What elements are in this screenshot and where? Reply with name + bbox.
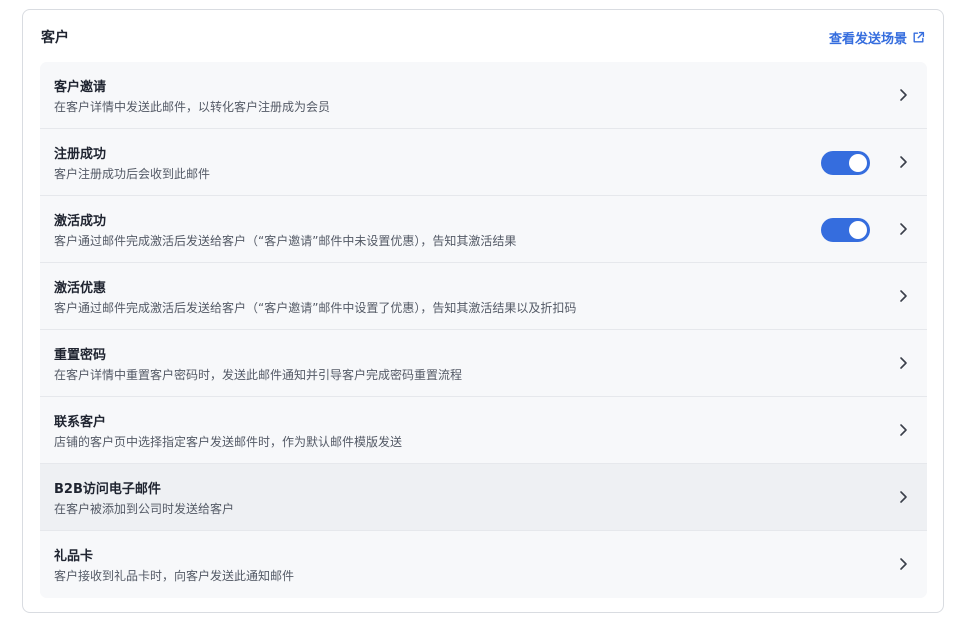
item-title: 礼品卡	[54, 549, 94, 564]
chevron-right-icon	[900, 558, 907, 570]
item-description: 在客户被添加到公司时发送给客户	[54, 502, 235, 516]
enable-toggle[interactable]	[821, 151, 870, 175]
list-item-gift-card[interactable]: 礼品卡 客户接收到礼品卡时，向客户发送此通知邮件	[40, 531, 927, 598]
list-item-b2b-access-email[interactable]: B2B访问电子邮件 在客户被添加到公司时发送给客户	[40, 464, 927, 531]
item-title: 激活优惠	[54, 281, 107, 296]
item-title: B2B访问电子邮件	[54, 482, 161, 497]
item-description: 店铺的客户页中选择指定客户发送邮件时，作为默认邮件模版发送	[54, 435, 403, 449]
list-item-contact-customer[interactable]: 联系客户 店铺的客户页中选择指定客户发送邮件时，作为默认邮件模版发送	[40, 397, 927, 464]
email-template-list: 客户邀请 在客户详情中发送此邮件，以转化客户注册成为会员 注册成功 客户注册成功…	[40, 62, 927, 598]
list-item-activation-discount[interactable]: 激活优惠 客户通过邮件完成激活后发送给客户（“客户邀请”邮件中设置了优惠），告知…	[40, 263, 927, 330]
item-title: 联系客户	[54, 415, 107, 430]
item-description: 客户注册成功后会收到此邮件	[54, 167, 211, 181]
item-title: 激活成功	[54, 214, 107, 229]
toggle-knob	[849, 221, 867, 239]
chevron-right-icon	[900, 156, 907, 168]
chevron-right-icon	[900, 89, 907, 101]
item-title: 注册成功	[54, 147, 107, 162]
chevron-right-icon	[900, 290, 907, 302]
chevron-right-icon	[900, 491, 907, 503]
item-title: 客户邀请	[54, 80, 107, 95]
enable-toggle[interactable]	[821, 218, 870, 242]
customer-emails-card: 客户 查看发送场景 客户邀请 在客户详情中发送此邮件，以转化客户注册成为会员 注…	[22, 9, 944, 613]
chevron-right-icon	[900, 357, 907, 369]
list-item-activation-success[interactable]: 激活成功 客户通过邮件完成激活后发送给客户（“客户邀请”邮件中未设置优惠），告知…	[40, 196, 927, 263]
list-item-customer-invite[interactable]: 客户邀请 在客户详情中发送此邮件，以转化客户注册成为会员	[40, 62, 927, 129]
toggle-knob	[849, 154, 867, 172]
list-item-registration-success[interactable]: 注册成功 客户注册成功后会收到此邮件	[40, 129, 927, 196]
item-description: 客户通过邮件完成激活后发送给客户（“客户邀请”邮件中未设置优惠），告知其激活结果	[54, 234, 517, 248]
chevron-right-icon	[900, 424, 907, 436]
external-link-icon	[912, 31, 925, 44]
list-item-reset-password[interactable]: 重置密码 在客户详情中重置客户密码时，发送此邮件通知并引导客户完成密码重置流程	[40, 330, 927, 397]
section-title: 客户	[41, 30, 69, 46]
view-send-scenarios-link[interactable]: 查看发送场景	[829, 28, 925, 47]
item-description: 客户接收到礼品卡时，向客户发送此通知邮件	[54, 569, 295, 583]
item-title: 重置密码	[54, 348, 107, 363]
view-send-scenarios-label: 查看发送场景	[828, 31, 907, 47]
chevron-right-icon	[900, 223, 907, 235]
item-description: 客户通过邮件完成激活后发送给客户（“客户邀请”邮件中设置了优惠），告知其激活结果…	[54, 301, 577, 315]
item-description: 在客户详情中发送此邮件，以转化客户注册成为会员	[54, 100, 331, 114]
card-header: 客户 查看发送场景	[41, 26, 925, 48]
item-description: 在客户详情中重置客户密码时，发送此邮件通知并引导客户完成密码重置流程	[54, 368, 463, 382]
